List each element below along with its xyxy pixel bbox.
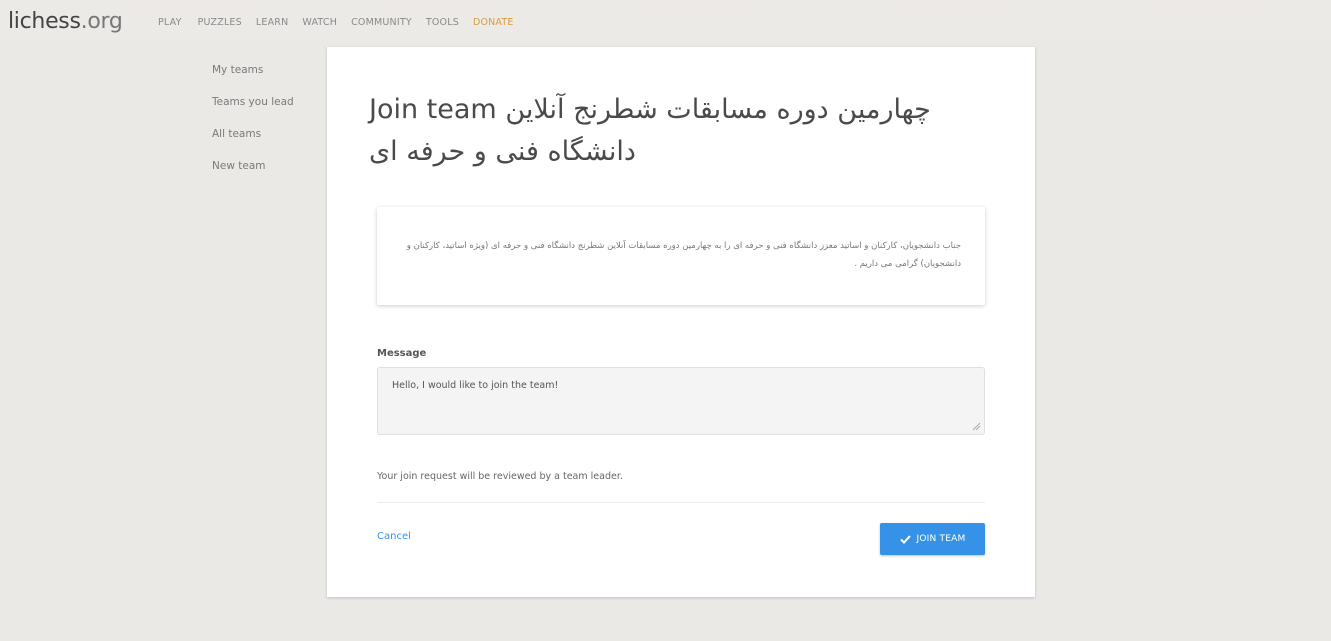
nav-watch[interactable]: WATCH [302, 17, 337, 28]
subnav-all-teams[interactable]: All teams [212, 126, 294, 158]
join-team-button[interactable]: JOIN TEAM [880, 523, 985, 555]
subnav-teams-you-lead[interactable]: Teams you lead [212, 94, 294, 126]
team-subnav: My teams Teams you lead All teams New te… [212, 62, 294, 190]
lichess-logo[interactable]: lichess.org [8, 9, 123, 35]
join-team-label: JOIN TEAM [916, 534, 966, 544]
nav-donate[interactable]: DONATE [473, 17, 514, 28]
subnav-my-teams[interactable]: My teams [212, 62, 294, 94]
logo-tld: .org [80, 9, 123, 34]
subnav-new-team[interactable]: New team [212, 158, 294, 190]
nav-puzzles[interactable]: PUZZLES [198, 17, 242, 28]
resize-grip-icon[interactable] [971, 421, 981, 431]
nav-play[interactable]: PLAY [158, 17, 182, 28]
main-nav: PLAY PUZZLES LEARN WATCH COMMUNITY TOOLS… [158, 17, 514, 28]
logo-main: lichess [8, 9, 81, 34]
message-textarea[interactable]: Hello, I would like to join the team! [377, 367, 985, 435]
checkmark-icon [899, 534, 911, 544]
nav-tools[interactable]: TOOLS [426, 17, 459, 28]
top-bar: lichess.org PLAY PUZZLES LEARN WATCH COM… [0, 0, 1331, 48]
page-title: Join team چهارمین دوره مسابقات شطرنج آنل… [369, 94, 931, 167]
form-divider [377, 502, 985, 503]
nav-community[interactable]: COMMUNITY [351, 17, 412, 28]
join-team-box: Join team چهارمین دوره مسابقات شطرنج آنل… [327, 47, 1035, 597]
message-label: Message [377, 348, 427, 359]
cancel-link[interactable]: Cancel [377, 531, 411, 542]
nav-learn[interactable]: LEARN [256, 17, 289, 28]
team-description-card: جناب دانشجویان، کارکنان و اساتید معزز دا… [377, 207, 985, 305]
team-description: جناب دانشجویان، کارکنان و اساتید معزز دا… [406, 241, 961, 269]
join-help-text: Your join request will be reviewed by a … [377, 471, 623, 482]
